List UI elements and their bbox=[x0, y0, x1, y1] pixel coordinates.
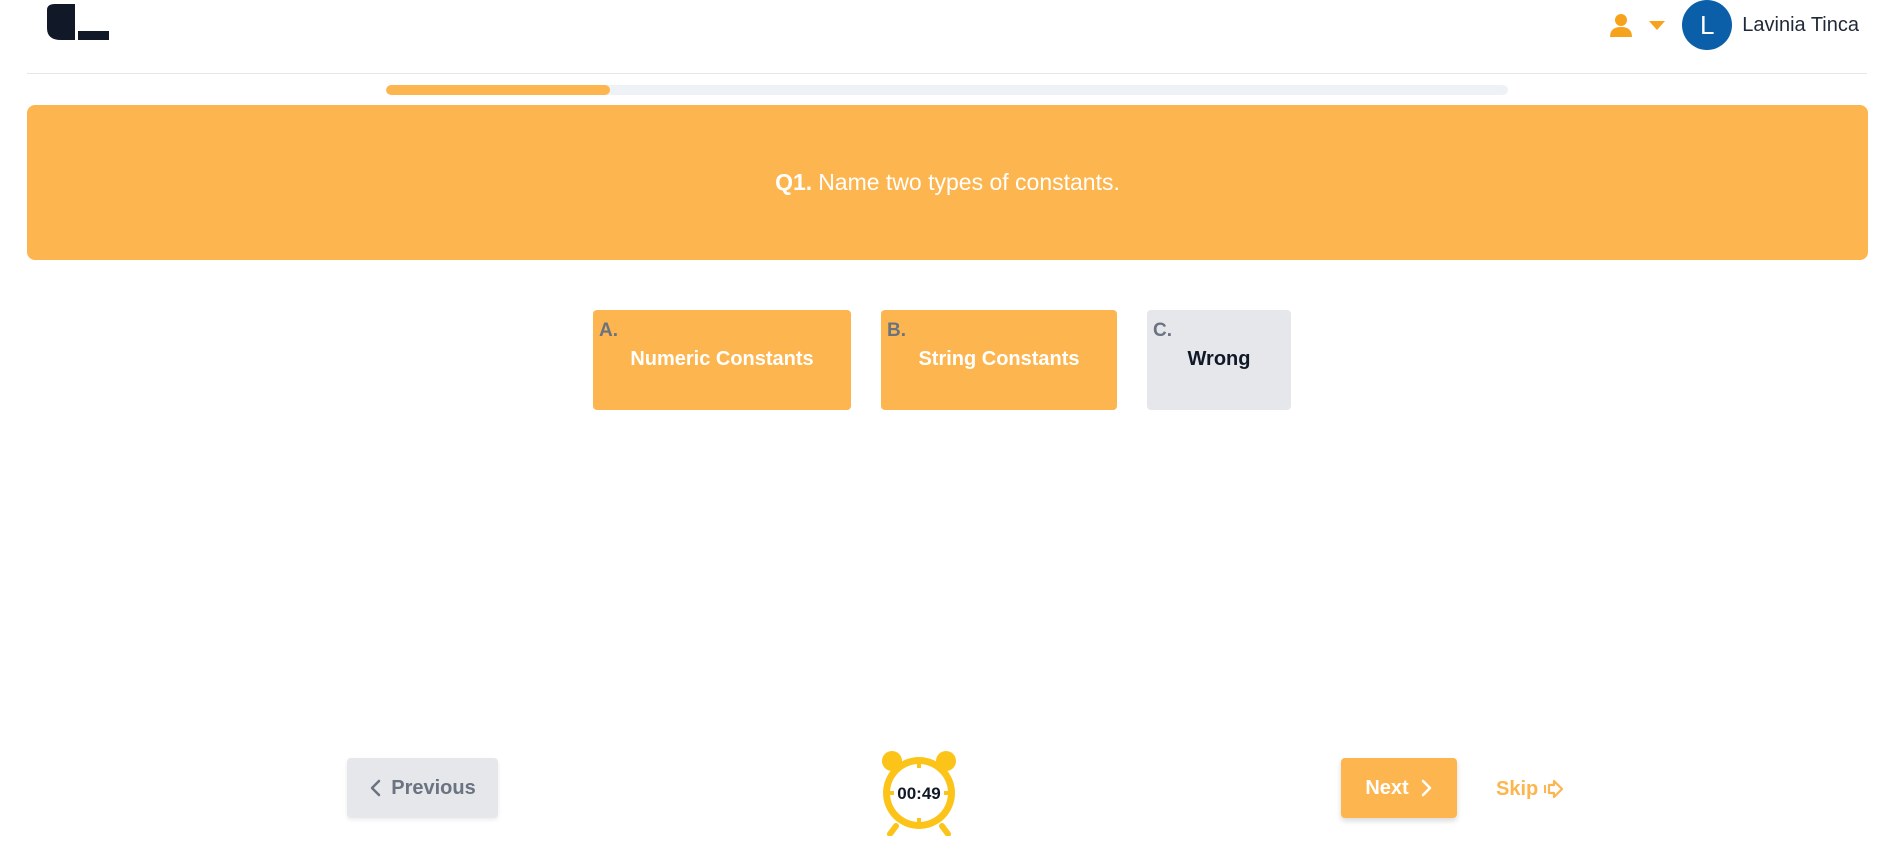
option-a-text: Numeric Constants bbox=[630, 348, 814, 370]
quiz-page: L Lavinia Tinca Q1. Name two types of co… bbox=[0, 0, 1889, 841]
next-label: Next bbox=[1365, 776, 1409, 799]
top-header: L Lavinia Tinca bbox=[27, 0, 1867, 74]
timer-text: 00:49 bbox=[897, 784, 941, 803]
question-banner: Q1. Name two types of constants. bbox=[27, 105, 1868, 260]
skip-link[interactable]: Skip bbox=[1496, 776, 1564, 802]
person-icon[interactable] bbox=[1608, 12, 1634, 38]
quiz-progress-fill bbox=[386, 85, 611, 95]
chevron-left-icon bbox=[371, 779, 381, 797]
option-c[interactable]: C. Wrong bbox=[1147, 310, 1291, 410]
option-b[interactable]: B. String Constants bbox=[881, 310, 1117, 410]
chevron-right-icon bbox=[1421, 779, 1431, 797]
brand-logo-icon[interactable] bbox=[37, 0, 137, 50]
option-c-text: Wrong bbox=[1187, 348, 1251, 370]
question-text: Name two types of constants. bbox=[818, 169, 1120, 195]
skip-label: Skip bbox=[1496, 777, 1539, 800]
avatar[interactable]: L bbox=[1682, 0, 1733, 50]
option-a[interactable]: A. Numeric Constants bbox=[593, 310, 851, 410]
user-name[interactable]: Lavinia Tinca bbox=[1742, 14, 1859, 37]
option-c-letter: C. bbox=[1153, 320, 1172, 341]
countdown-timer: 00:49 bbox=[876, 748, 962, 836]
caret-down-icon[interactable] bbox=[1648, 19, 1666, 31]
option-b-text: String Constants bbox=[918, 348, 1080, 370]
quiz-progress-bar bbox=[386, 85, 1508, 95]
user-menu: L Lavinia Tinca bbox=[1608, 0, 1859, 50]
option-a-letter: A. bbox=[599, 320, 618, 341]
skip-arrow-icon bbox=[1544, 779, 1564, 799]
question-number: Q1. bbox=[775, 169, 813, 195]
option-b-letter: B. bbox=[887, 320, 906, 341]
next-button[interactable]: Next bbox=[1341, 758, 1457, 818]
previous-button[interactable]: Previous bbox=[347, 758, 498, 818]
avatar-initial: L bbox=[1700, 9, 1715, 40]
previous-label: Previous bbox=[391, 776, 476, 799]
